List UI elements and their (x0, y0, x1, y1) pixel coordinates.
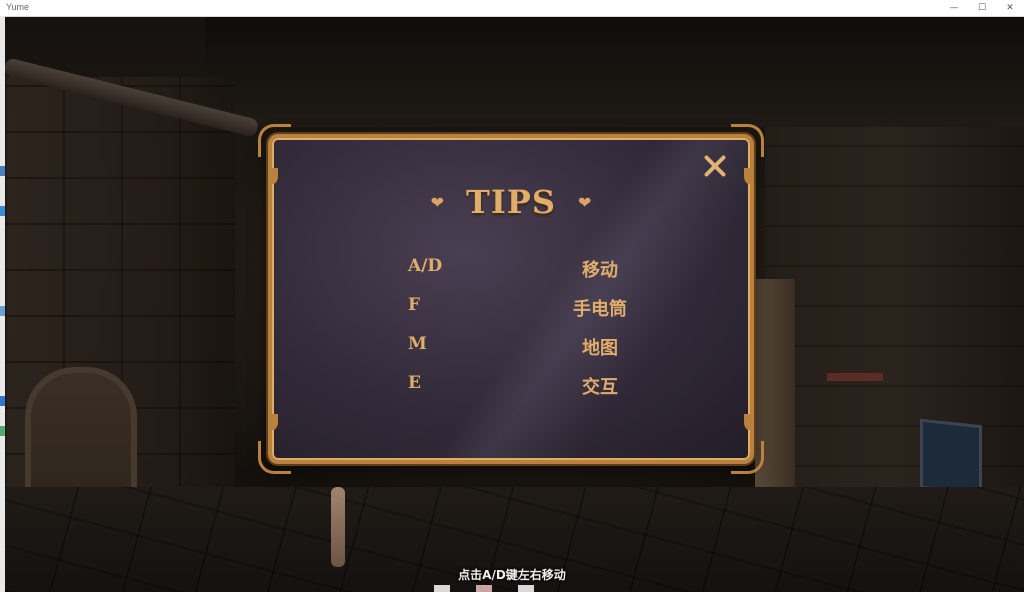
minimize-button[interactable]: — (940, 0, 968, 16)
dialog-title: TIPS (466, 183, 556, 221)
key-label: E (408, 373, 421, 393)
tips-dialog: ❤ TIPS ❤ A/D 移动 F 手电筒 M 地图 E 交互 (258, 124, 764, 474)
heart-icon: ❤ (430, 192, 445, 212)
close-x-icon[interactable] (701, 152, 729, 180)
player-character (331, 487, 345, 567)
maximize-button[interactable]: ☐ (968, 0, 996, 16)
ceiling (205, 17, 1024, 127)
window-titlebar: Yume — ☐ ✕ (0, 0, 1024, 17)
leaf-ornament (744, 414, 754, 430)
action-label: 交互 (582, 377, 618, 398)
leaf-ornament (268, 414, 278, 430)
key-binding-row: A/D 移动 (272, 256, 750, 295)
hotbar-slot (476, 585, 492, 592)
action-label: 地图 (582, 338, 618, 359)
ornament-corner-tr (731, 124, 764, 157)
dialog-title-row: ❤ TIPS ❤ (272, 182, 750, 222)
hotbar-slot (434, 585, 450, 592)
key-binding-row: F 手电筒 (272, 295, 750, 334)
key-binding-row: E 交互 (272, 373, 750, 412)
ornament-corner-bl (258, 441, 291, 474)
key-label: A/D (408, 256, 443, 276)
heart-icon: ❤ (577, 192, 592, 212)
action-label: 移动 (582, 260, 618, 281)
ornament-corner-tl (258, 124, 291, 157)
key-label: M (408, 334, 427, 354)
movement-hint: 点击A/D键左右移动 (458, 568, 566, 582)
picture-frame (920, 418, 982, 496)
wall-right (765, 127, 1024, 507)
key-binding-row: M 地图 (272, 334, 750, 373)
key-bindings-list: A/D 移动 F 手电筒 M 地图 E 交互 (272, 256, 750, 412)
ornament-corner-br (731, 441, 764, 474)
hotbar-slot (518, 585, 534, 592)
wall-shelf (827, 373, 883, 381)
action-label: 手电筒 (573, 299, 627, 320)
window-close-button[interactable]: ✕ (996, 0, 1024, 16)
window-title: Yume (6, 2, 30, 12)
key-label: F (408, 295, 421, 315)
